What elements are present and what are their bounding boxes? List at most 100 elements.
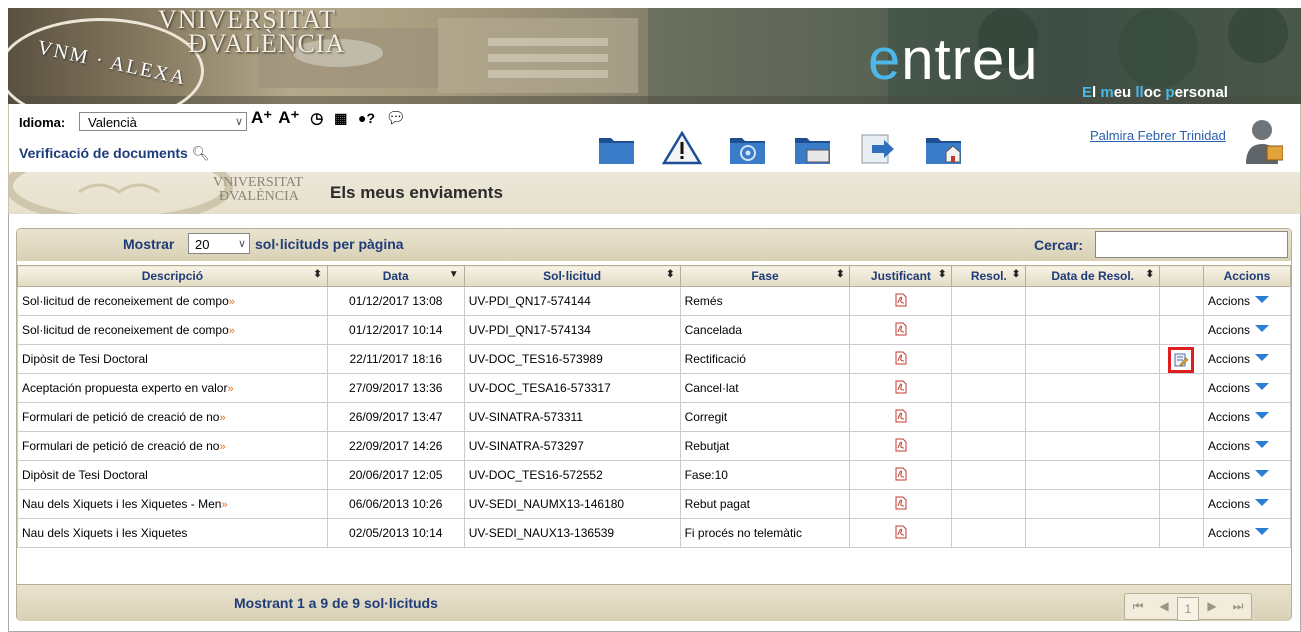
- pdf-icon[interactable]: [894, 409, 908, 426]
- sort-icon: ⬍: [1011, 269, 1021, 280]
- description-text: Aceptación propuesta experto en valor: [22, 381, 228, 395]
- expand-description-link[interactable]: »: [221, 499, 227, 511]
- edit-cell: [1159, 431, 1204, 461]
- receipt-cell: [849, 315, 953, 345]
- actions-label: Accions: [1207, 352, 1250, 366]
- col-justificant-header[interactable]: Justificant ⬍: [849, 265, 953, 287]
- description-text: Nau dels Xiquets i les Xiquetes - Men: [22, 497, 222, 511]
- table-header-row: Descripció ⬍ Data ▼ Sol·licitud ⬍ Fase ⬍ Justifi…: [17, 265, 1292, 287]
- column-header-label: Fase: [751, 269, 779, 283]
- sort-icon: ⬍: [937, 269, 947, 280]
- col-fase-header[interactable]: Fase ⬍: [679, 265, 851, 287]
- help-user-icon[interactable]: ●?: [358, 110, 375, 126]
- actions-label: Accions: [1207, 468, 1250, 482]
- col-resol-header[interactable]: Resol. ⬍: [951, 265, 1027, 287]
- slogan-word: eu: [1113, 84, 1136, 101]
- avatar[interactable]: [1245, 118, 1283, 166]
- next-page-button[interactable]: ▶: [1199, 594, 1225, 619]
- expand-description-link[interactable]: »: [229, 325, 235, 337]
- slogan-initial: m: [1100, 84, 1114, 101]
- pdf-icon[interactable]: [894, 293, 908, 310]
- actions-dropdown[interactable]: Accions: [1208, 323, 1269, 337]
- summary-from: 1: [297, 595, 305, 611]
- slogan-word: ersonal: [1174, 84, 1228, 101]
- edit-document-icon[interactable]: [1168, 347, 1195, 373]
- actions-label: Accions: [1207, 410, 1250, 424]
- actions-dropdown[interactable]: Accions: [1208, 352, 1269, 366]
- edit-cell: [1159, 286, 1204, 316]
- receipt-cell: [849, 489, 953, 519]
- request-id-cell: UV-DOC_TES16-572552: [463, 460, 681, 490]
- resolution-cell: [951, 489, 1027, 519]
- font-increase-button[interactable]: A⁺: [251, 108, 272, 127]
- receipt-cell: [849, 518, 953, 548]
- pdf-icon[interactable]: [894, 438, 908, 455]
- pdf-icon[interactable]: [894, 467, 908, 484]
- folder-archive-icon[interactable]: [793, 130, 833, 166]
- actions-dropdown[interactable]: Accions: [1208, 381, 1269, 395]
- phase-cell: Rebutjat: [679, 431, 851, 461]
- prev-page-button[interactable]: ◀: [1151, 594, 1177, 619]
- expand-description-link[interactable]: »: [229, 296, 235, 308]
- triangle-down-icon: [1255, 470, 1269, 477]
- folder-settings-icon[interactable]: [728, 130, 768, 166]
- triangle-down-icon: [1255, 354, 1269, 361]
- main-icons: [597, 130, 986, 166]
- expand-description-link[interactable]: »: [219, 441, 225, 453]
- page-title: Els meus enviaments: [330, 183, 503, 202]
- pdf-icon[interactable]: [894, 496, 908, 513]
- triangle-down-icon: [1255, 383, 1269, 390]
- table-row: Sol·licitud de reconeixement de compo» 01…: [17, 315, 1292, 345]
- triangle-down-icon: [1255, 441, 1269, 448]
- language-select[interactable]: Valencià ∨: [79, 112, 247, 131]
- actions-dropdown[interactable]: Accions: [1208, 294, 1269, 308]
- folder-icon[interactable]: [597, 130, 637, 166]
- warning-icon[interactable]: [662, 130, 703, 166]
- pdf-icon[interactable]: [894, 351, 908, 368]
- col-sollicitud-header[interactable]: Sol·licitud ⬍: [463, 265, 681, 287]
- resolution-date-cell: [1025, 518, 1161, 548]
- current-page-button[interactable]: 1: [1177, 597, 1199, 621]
- actions-dropdown[interactable]: Accions: [1208, 410, 1269, 424]
- actions-cell: Accions: [1202, 460, 1292, 490]
- calendar-icon[interactable]: ▦: [334, 110, 347, 126]
- user-name-link[interactable]: Palmira Febrer Trinidad: [1090, 128, 1226, 143]
- date-cell: 26/09/2017 13:47: [326, 402, 465, 432]
- date-cell: 27/09/2017 13:36: [326, 373, 465, 403]
- request-id-cell: UV-DOC_TES16-573989: [463, 344, 681, 374]
- pdf-icon[interactable]: [894, 525, 908, 542]
- expand-description-link[interactable]: »: [219, 412, 225, 424]
- document-send-icon[interactable]: [858, 130, 898, 166]
- actions-dropdown[interactable]: Accions: [1208, 497, 1269, 511]
- last-page-button[interactable]: ⏭: [1225, 594, 1251, 619]
- col-data-resol-header[interactable]: Data de Resol. ⬍: [1025, 265, 1161, 287]
- app-frame: VNM · ALEXA VNIVERSITAT ÐVALÈNCIA entreu…: [8, 8, 1301, 632]
- actions-dropdown[interactable]: Accions: [1208, 439, 1269, 453]
- clock-icon[interactable]: ◷: [310, 110, 323, 127]
- first-page-button[interactable]: ⏮: [1125, 594, 1151, 619]
- comment-icon[interactable]: 💬︎: [386, 110, 406, 127]
- requests-table-panel: Mostrar 20 ∨ sol·licituds per pàgina Cerc…: [16, 228, 1292, 621]
- receipt-cell: [849, 373, 953, 403]
- actions-label: Accions: [1207, 294, 1250, 308]
- col-descripcio-header[interactable]: Descripció ⬍: [17, 265, 328, 287]
- description-text: Formulari de petició de creació de no: [22, 410, 220, 424]
- folder-home-icon[interactable]: [924, 130, 964, 166]
- actions-dropdown[interactable]: Accions: [1208, 468, 1269, 482]
- font-decrease-button[interactable]: A⁺: [278, 108, 299, 127]
- request-id-cell: UV-SINATRA-573297: [463, 431, 681, 461]
- page-size-select[interactable]: 20 ∨: [188, 233, 250, 254]
- actions-label: Accions: [1207, 497, 1250, 511]
- pdf-icon[interactable]: [894, 322, 908, 339]
- resolution-cell: [951, 518, 1027, 548]
- brand-slogan: El meu lloc personal: [1082, 84, 1228, 101]
- logo-small-line-1: VNIVERSITAT: [213, 175, 303, 190]
- pdf-icon[interactable]: [894, 380, 908, 397]
- description-cell: Dipòsit de Tesi Doctoral: [17, 344, 328, 374]
- expand-description-link[interactable]: »: [227, 383, 233, 395]
- document-verification-link[interactable]: Verificació de documents 🔍︎: [19, 145, 210, 162]
- search-input[interactable]: [1095, 231, 1288, 258]
- col-data-header[interactable]: Data ▼: [326, 265, 465, 287]
- request-id-cell: UV-PDI_QN17-574144: [463, 286, 681, 316]
- actions-dropdown[interactable]: Accions: [1208, 526, 1269, 540]
